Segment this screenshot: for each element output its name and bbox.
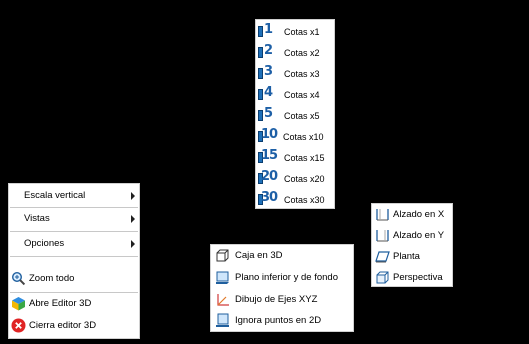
menu-item-dibujo-ejes[interactable]: Dibujo de Ejes XYZ [210,289,354,311]
menu-item-label: Caja en 3D [235,250,283,261]
box-3d-icon [216,249,229,262]
menu-item-plano-inferior[interactable]: Plano inferior y de fondo [210,267,354,289]
scale-bar-icon [258,110,263,121]
menu-item-label: Cotas x3 [284,69,320,79]
menu-item-alzado-y[interactable]: Alzado en Y [371,225,453,246]
menu-item-label: Planta [393,251,420,262]
menu-item-cotas-x30[interactable]: 30 Cotas x30 [255,189,335,210]
menu-item-perspectiva[interactable]: Perspectiva [371,267,453,288]
cotas-submenu: 1 Cotas x1 2 Cotas x2 3 Cotas x3 4 Cotas… [255,19,335,209]
submenu-arrow-icon [131,240,135,248]
menu-item-label: Alzado en X [393,209,445,220]
floor-plane-icon [216,271,229,284]
menu-item-label: Cotas x20 [284,174,325,184]
menu-item-vistas[interactable]: Vistas [8,208,140,230]
menu-item-label: Zoom todo [29,273,75,284]
menu-item-label: Cotas x15 [284,153,325,163]
scale-number: 1 [264,22,273,37]
menu-item-label: Perspectiva [393,272,443,283]
menu-item-label: Vistas [24,213,50,224]
menu-item-cotas-x4[interactable]: 4 Cotas x4 [255,84,335,105]
scale-number: 10 [261,127,278,142]
menu-separator [10,256,138,257]
menu-item-cotas-x3[interactable]: 3 Cotas x3 [255,63,335,84]
menu-item-planta[interactable]: Planta [371,246,453,267]
menu-item-abre-editor-3d[interactable]: Abre Editor 3D [8,293,140,315]
scale-number: 30 [261,190,278,205]
submenu-arrow-icon [131,192,135,200]
menu-item-label: Ignora puntos en 2D [235,315,322,326]
menu-item-label: Cotas x4 [284,90,320,100]
menu-item-cotas-x2[interactable]: 2 Cotas x2 [255,42,335,63]
menu-separator [10,231,138,232]
elevation-y-icon [376,230,389,242]
menu-item-label: Dibujo de Ejes XYZ [235,294,318,305]
menu-item-label: Cierra editor 3D [29,320,97,331]
view-submenu: Alzado en X Alzado en Y Planta Perspecti… [371,203,453,287]
menu-item-caja-3d[interactable]: Caja en 3D [210,245,354,267]
scale-bar-icon [258,26,263,37]
menu-item-label: Escala vertical [24,190,86,201]
menu-item-cierra-editor-3d[interactable]: Cierra editor 3D [8,315,140,337]
scale-bar-icon [258,47,263,58]
plan-view-icon [375,251,390,263]
menu-item-ignora-puntos[interactable]: Ignora puntos en 2D [210,310,354,332]
elevation-x-icon [376,209,389,221]
menu-item-label: Plano inferior y de fondo [235,272,338,283]
perspective-icon [376,271,389,284]
menu-item-label: Cotas x30 [284,195,325,205]
zoom-all-icon [11,271,26,286]
context-menu: Escala vertical Vistas Opciones Zoom tod… [8,183,140,339]
scale-number: 2 [264,43,273,58]
scale-number: 4 [264,85,273,100]
menu-item-cotas-x15[interactable]: 15 Cotas x15 [255,147,335,168]
menu-item-zoom-todo[interactable]: Zoom todo [8,268,140,290]
scale-bar-icon [258,89,263,100]
menu-item-cotas-x10[interactable]: 10 Cotas x10 [255,126,335,147]
menu-item-alzado-x[interactable]: Alzado en X [371,204,453,225]
menu-item-label: Cotas x5 [284,111,320,121]
menu-item-cotas-x1[interactable]: 1 Cotas x1 [255,21,335,42]
menu-item-label: Opciones [24,238,65,249]
menu-item-label: Alzado en Y [393,230,445,241]
ignore-2d-points-icon [216,313,229,327]
menu-item-cotas-x20[interactable]: 20 Cotas x20 [255,168,335,189]
scale-number: 5 [264,106,273,121]
submenu-3d: Caja en 3D Plano inferior y de fondo Dib… [210,244,354,332]
xyz-axes-icon [217,294,229,306]
submenu-arrow-icon [131,215,135,223]
menu-item-label: Cotas x10 [283,132,324,142]
menu-item-cotas-x5[interactable]: 5 Cotas x5 [255,105,335,126]
close-red-icon [11,318,26,333]
scale-number: 20 [261,169,278,184]
scale-number: 3 [264,64,273,79]
menu-item-label: Cotas x2 [284,48,320,58]
menu-item-label: Cotas x1 [284,27,320,37]
menu-item-opciones[interactable]: Opciones [8,233,140,255]
cube-3d-icon [12,297,25,311]
menu-item-escala-vertical[interactable]: Escala vertical [8,185,140,207]
menu-item-label: Abre Editor 3D [29,298,92,309]
scale-bar-icon [258,68,263,79]
scale-number: 15 [261,148,278,163]
